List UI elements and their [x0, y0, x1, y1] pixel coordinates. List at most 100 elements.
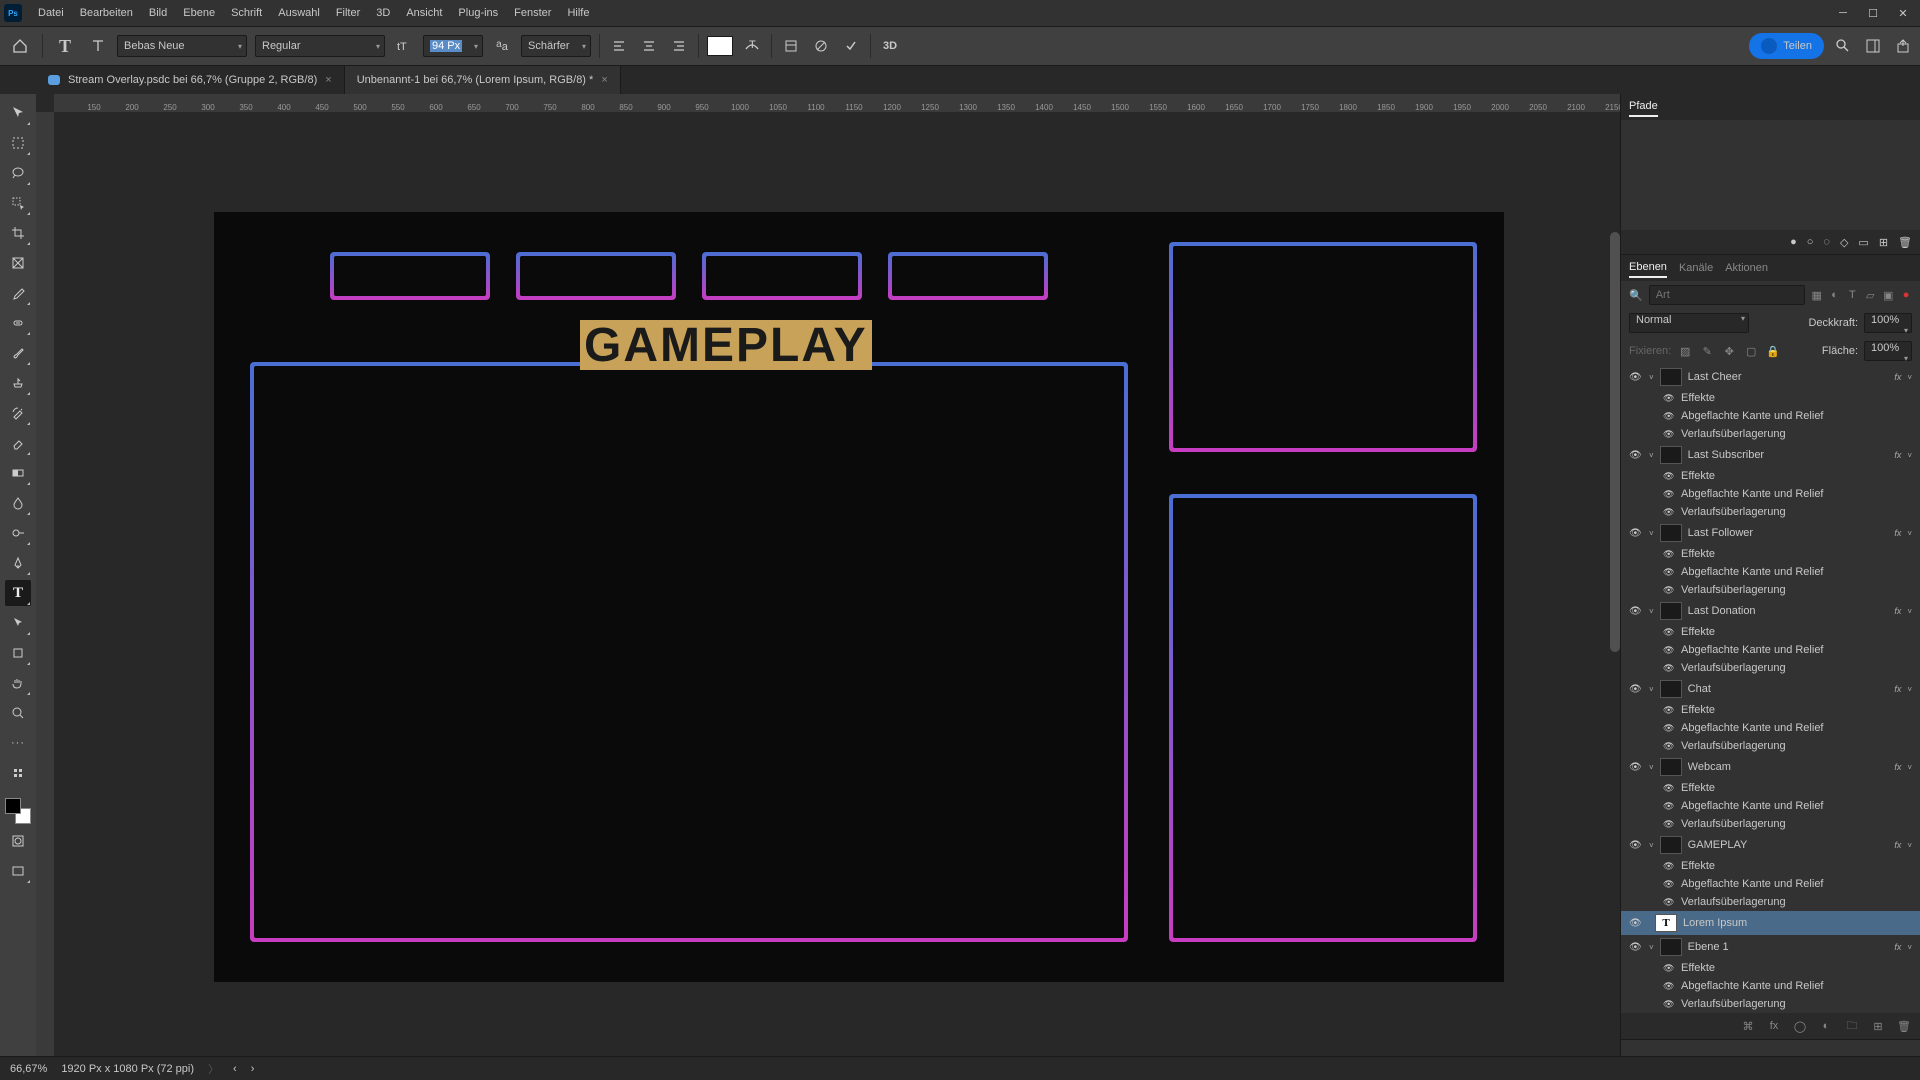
window-close[interactable]: ✕ [1890, 4, 1916, 22]
move-tool[interactable] [5, 100, 31, 126]
close-tab-2[interactable]: × [601, 74, 607, 86]
menu-fenster[interactable]: Fenster [506, 3, 559, 23]
fill-path-icon[interactable]: ● [1790, 236, 1797, 248]
actions-tab[interactable]: Aktionen [1725, 259, 1768, 277]
home-button[interactable] [6, 32, 34, 60]
filter-pixel-icon[interactable]: ▦ [1811, 287, 1823, 303]
eraser-tool[interactable] [5, 430, 31, 456]
filter-adjust-icon[interactable]: ◐ [1829, 287, 1841, 303]
pen-tool[interactable] [5, 550, 31, 576]
fx-badge[interactable]: fx [1894, 450, 1901, 460]
filter-shape-icon[interactable]: ▱ [1864, 287, 1876, 303]
opacity-dropdown[interactable]: 100% [1864, 313, 1912, 333]
font-family-dropdown[interactable]: Bebas Neue [117, 35, 247, 57]
status-scroll-right[interactable]: › [251, 1063, 255, 1075]
visibility-toggle[interactable]: 👁 [1629, 606, 1643, 617]
eyedropper-tool[interactable] [5, 280, 31, 306]
effect-item[interactable]: 👁Abgeflachte Kante und Relief [1621, 977, 1920, 995]
fx-expand[interactable]: ˅ [1907, 763, 1912, 772]
search-button[interactable] [1832, 35, 1854, 57]
text-color-swatch[interactable] [707, 36, 733, 56]
effect-item[interactable]: 👁Abgeflachte Kante und Relief [1621, 719, 1920, 737]
layer-row[interactable]: 👁˅Last Cheerfx˅ [1621, 365, 1920, 389]
filter-smart-icon[interactable]: ▣ [1882, 287, 1894, 303]
effect-item[interactable]: 👁Abgeflachte Kante und Relief [1621, 641, 1920, 659]
expand-toggle[interactable]: ˅ [1649, 529, 1654, 538]
fx-badge[interactable]: fx [1894, 528, 1901, 538]
hand-tool[interactable] [5, 670, 31, 696]
shape-tool[interactable] [5, 640, 31, 666]
layer-row[interactable]: 👁˅Last Followerfx˅ [1621, 521, 1920, 545]
delete-path-icon[interactable]: 🗑 [1898, 236, 1912, 249]
visibility-toggle[interactable]: 👁 [1629, 762, 1643, 773]
effect-group[interactable]: 👁Effekte [1621, 545, 1920, 563]
history-brush-tool[interactable] [5, 400, 31, 426]
filter-type-icon[interactable]: T [1846, 287, 1858, 303]
dodge-tool[interactable] [5, 520, 31, 546]
lock-artboard-icon[interactable]: ▢ [1743, 343, 1759, 359]
horizontal-ruler[interactable]: 1502002503003504004505005506006507007508… [54, 94, 1620, 112]
layer-row[interactable]: 👁˅Last Donationfx˅ [1621, 599, 1920, 623]
align-left-button[interactable] [608, 35, 630, 57]
fx-badge[interactable]: fx [1894, 372, 1901, 382]
effect-group[interactable]: 👁Effekte [1621, 623, 1920, 641]
lock-position-icon[interactable]: ✥ [1721, 343, 1737, 359]
effect-item[interactable]: 👁Abgeflachte Kante und Relief [1621, 563, 1920, 581]
fx-expand[interactable]: ˅ [1907, 529, 1912, 538]
new-layer-icon[interactable]: ⊞ [1870, 1018, 1886, 1034]
menu-auswahl[interactable]: Auswahl [270, 3, 328, 23]
stroke-path-icon[interactable]: ○ [1807, 236, 1814, 248]
text-orientation-toggle[interactable] [87, 35, 109, 57]
zoom-level[interactable]: 66,67% [10, 1063, 47, 1075]
effect-group[interactable]: 👁Effekte [1621, 389, 1920, 407]
layers-tab[interactable]: Ebenen [1629, 258, 1667, 278]
marquee-tool[interactable] [5, 130, 31, 156]
antialias-dropdown[interactable]: Schärfer [521, 35, 591, 57]
layer-row[interactable]: 👁˅Ebene 1fx˅ [1621, 935, 1920, 959]
vertical-scrollbar[interactable] [1610, 232, 1620, 652]
fx-expand[interactable]: ˅ [1907, 841, 1912, 850]
blend-mode-dropdown[interactable]: Normal [1629, 313, 1749, 333]
healing-tool[interactable] [5, 310, 31, 336]
effect-group[interactable]: 👁Effekte [1621, 959, 1920, 977]
document-tab-2[interactable]: Unbenannt-1 bei 66,7% (Lorem Ipsum, RGB/… [345, 66, 621, 94]
export-button[interactable] [1892, 35, 1914, 57]
share-button[interactable]: Teilen [1749, 33, 1824, 59]
menu-datei[interactable]: Datei [30, 3, 72, 23]
layer-row[interactable]: 👁˅Chatfx˅ [1621, 677, 1920, 701]
fx-expand[interactable]: ˅ [1907, 607, 1912, 616]
layer-row[interactable]: 👁TLorem Ipsum [1621, 911, 1920, 935]
warp-text-button[interactable]: T [741, 35, 763, 57]
lock-pixels-icon[interactable]: ✎ [1699, 343, 1715, 359]
vertical-ruler[interactable] [36, 112, 54, 1056]
lock-all-icon[interactable]: 🔒 [1765, 343, 1781, 359]
new-path-icon[interactable]: ⊞ [1879, 236, 1888, 249]
expand-toggle[interactable]: ˅ [1649, 943, 1654, 952]
expand-toggle[interactable]: ˅ [1649, 841, 1654, 850]
status-scroll-left[interactable]: ‹ [233, 1063, 237, 1075]
path-from-selection-icon[interactable]: ◇ [1840, 236, 1848, 249]
font-size-dropdown[interactable]: 94 Px [423, 35, 483, 57]
crop-tool[interactable] [5, 220, 31, 246]
channels-tab[interactable]: Kanäle [1679, 259, 1713, 277]
effect-item[interactable]: 👁Verlaufsüberlagerung [1621, 425, 1920, 443]
effect-item[interactable]: 👁Verlaufsüberlagerung [1621, 815, 1920, 833]
layer-style-icon[interactable]: fx [1766, 1018, 1782, 1034]
fx-expand[interactable]: ˅ [1907, 373, 1912, 382]
document-info[interactable]: 1920 Px x 1080 Px (72 ppi) [61, 1063, 194, 1075]
expand-toggle[interactable]: ˅ [1649, 451, 1654, 460]
fx-badge[interactable]: fx [1894, 684, 1901, 694]
cancel-edit-button[interactable] [810, 35, 832, 57]
visibility-toggle[interactable]: 👁 [1629, 450, 1643, 461]
document-tab-1[interactable]: Stream Overlay.psdc bei 66,7% (Gruppe 2,… [36, 66, 345, 94]
expand-toggle[interactable]: ˅ [1649, 373, 1654, 382]
visibility-toggle[interactable]: 👁 [1629, 528, 1643, 539]
effect-group[interactable]: 👁Effekte [1621, 857, 1920, 875]
menu-bearbeiten[interactable]: Bearbeiten [72, 3, 141, 23]
layer-row[interactable]: 👁˅GAMEPLAYfx˅ [1621, 833, 1920, 857]
effect-item[interactable]: 👁Verlaufsüberlagerung [1621, 995, 1920, 1013]
close-tab-1[interactable]: × [325, 74, 331, 86]
effect-item[interactable]: 👁Abgeflachte Kante und Relief [1621, 875, 1920, 893]
effect-item[interactable]: 👁Verlaufsüberlagerung [1621, 581, 1920, 599]
expand-toggle[interactable]: ˅ [1649, 685, 1654, 694]
